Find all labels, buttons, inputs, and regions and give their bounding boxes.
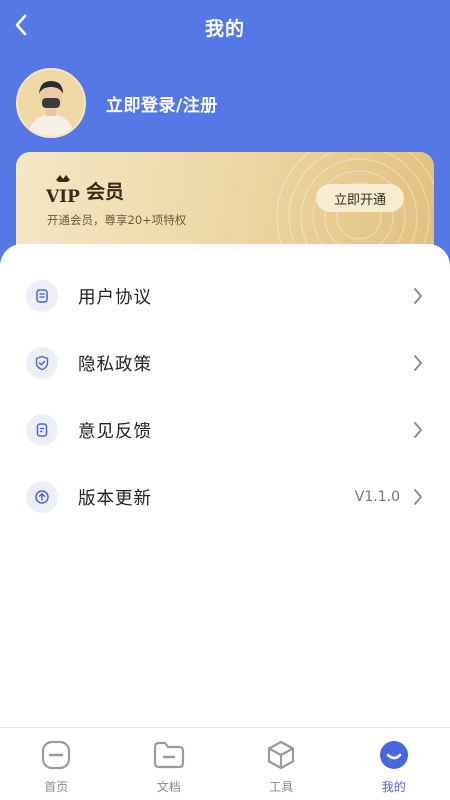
smile-icon	[377, 738, 411, 772]
menu-item-user-agreement[interactable]: 用户协议	[0, 266, 450, 326]
menu-panel: 用户协议 隐私政策 意见反馈 版本更新 V1.1.0	[0, 244, 450, 728]
chevron-right-icon	[410, 286, 426, 306]
page-title: 我的	[204, 17, 245, 40]
chevron-left-icon	[15, 14, 27, 36]
tab-label: 文档	[156, 780, 181, 794]
tab-documents[interactable]: 文档	[113, 728, 226, 800]
menu-item-version-update[interactable]: 版本更新 V1.1.0	[0, 467, 450, 527]
avatar[interactable]	[16, 68, 86, 138]
back-button[interactable]	[6, 10, 36, 40]
chevron-right-icon	[410, 353, 426, 373]
vip-title: VIP 会员	[46, 174, 124, 204]
menu-item-label: 意见反馈	[78, 421, 152, 442]
menu-item-feedback[interactable]: 意见反馈	[0, 400, 450, 460]
tab-label: 我的	[381, 780, 406, 794]
feedback-icon	[26, 414, 58, 446]
chevron-right-icon	[410, 420, 426, 440]
menu-item-privacy-policy[interactable]: 隐私政策	[0, 333, 450, 393]
folder-icon	[152, 738, 186, 772]
home-icon	[39, 738, 73, 772]
top-bar: 我的	[0, 0, 450, 54]
version-value: V1.1.0	[354, 489, 400, 505]
login-register-link[interactable]: 立即登录/注册	[106, 91, 218, 116]
tab-home[interactable]: 首页	[0, 728, 113, 800]
vip-crown-logo: VIP	[46, 175, 80, 204]
svg-text:VIP: VIP	[46, 187, 80, 204]
profile-section: 立即登录/注册	[16, 68, 218, 138]
tab-mine[interactable]: 我的	[338, 728, 450, 800]
tab-tools[interactable]: 工具	[225, 728, 338, 800]
menu-item-label: 版本更新	[78, 488, 152, 509]
menu-item-label: 隐私政策	[78, 354, 152, 375]
chevron-right-icon	[410, 487, 426, 507]
menu-item-label: 用户协议	[78, 287, 152, 308]
shield-icon	[26, 347, 58, 379]
tab-label: 工具	[269, 780, 294, 794]
vip-label: 会员	[86, 181, 125, 203]
tab-label: 首页	[44, 780, 69, 794]
vip-subtitle: 开通会员，尊享20+项特权	[47, 213, 187, 227]
upload-icon	[26, 481, 58, 513]
cube-icon	[264, 738, 298, 772]
open-vip-button[interactable]: 立即开通	[316, 184, 404, 212]
bottom-tab-bar: 首页 文档 工具 我的	[0, 727, 450, 800]
document-icon	[26, 280, 58, 312]
